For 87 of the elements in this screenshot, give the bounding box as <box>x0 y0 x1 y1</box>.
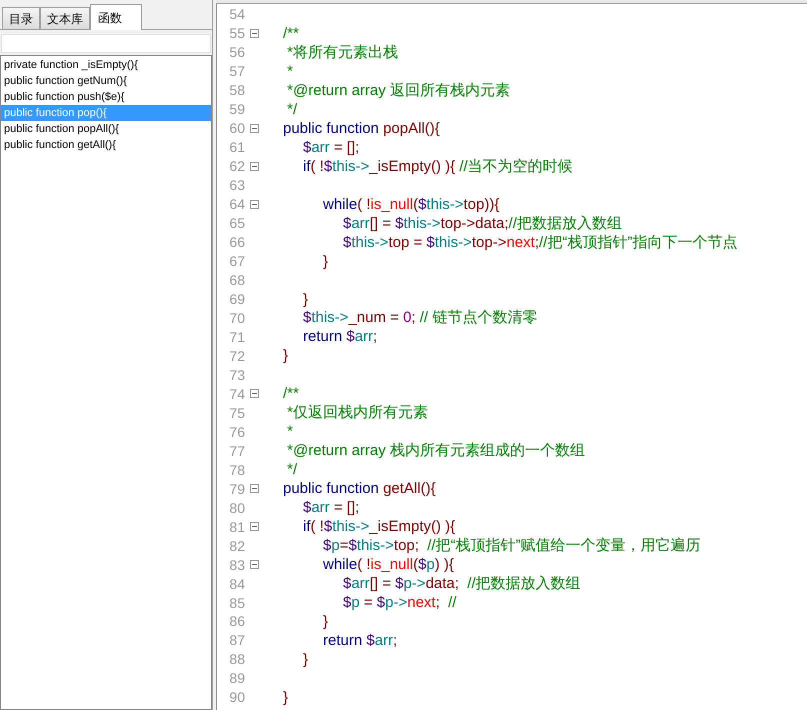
line-number: 72 <box>228 348 245 363</box>
line-number: 90 <box>228 690 245 704</box>
line-number: 56 <box>228 45 245 60</box>
fold-icon[interactable] <box>250 389 258 398</box>
line-number: 65 <box>228 216 245 230</box>
code-line: $arr[] = $this->top->data;//把数据放入数组 <box>342 216 622 231</box>
code-line: *仅返回栈内所有元素 <box>286 405 428 420</box>
line-number: 66 <box>228 235 245 250</box>
code-line: $this->top = $this->top->next;//把“栈顶指针”指向下一个节点 <box>342 234 738 250</box>
line-number: 58 <box>228 83 245 98</box>
line-number: 64 <box>228 197 245 212</box>
code-line: $arr = []; <box>302 140 360 155</box>
line-number: 80 <box>228 500 245 515</box>
code-line: } <box>282 348 288 364</box>
sidebar-tab[interactable]: 函数 <box>90 4 142 30</box>
line-number: 55 <box>228 26 245 40</box>
code-line: /** <box>282 386 299 402</box>
search-field[interactable] <box>1 34 211 53</box>
line-number: 71 <box>228 330 245 344</box>
line-number: 57 <box>228 64 245 78</box>
code-line: $this->_num = 0; // 链节点个数清零 <box>302 310 538 326</box>
line-number: 88 <box>228 652 245 666</box>
function-list-item[interactable]: public function push($e){ <box>1 89 211 105</box>
code-line: $p=$this->top; //把“栈顶指针”赋值给一个变量，用它遍历 <box>322 538 701 554</box>
line-number: 83 <box>228 558 245 572</box>
line-number: 68 <box>228 273 245 288</box>
code-line: public function getAll(){ <box>282 481 436 496</box>
line-number: 75 <box>228 406 245 420</box>
function-list-item[interactable]: public function getNum(){ <box>1 73 211 89</box>
line-number: 73 <box>228 368 245 382</box>
sidebar-tab[interactable]: 文本库 <box>40 7 90 29</box>
line-number: 67 <box>228 254 245 268</box>
code-line: * <box>286 64 294 79</box>
code-line: */ <box>286 102 298 117</box>
code-editor[interactable] <box>216 4 807 710</box>
code-line: *@return array 栈内所有元素组成的一个数组 <box>286 443 585 458</box>
code-line: *将所有元素出栈 <box>286 44 398 60</box>
code-line: $arr = []; <box>302 500 360 516</box>
function-list-item[interactable]: public function getAll(){ <box>1 137 211 153</box>
sidebar-tab[interactable]: 目录 <box>2 7 40 29</box>
line-number: 76 <box>228 424 245 439</box>
line-number: 60 <box>228 121 245 136</box>
line-number: 81 <box>228 520 245 534</box>
code-line: } <box>282 690 288 705</box>
line-number: 89 <box>228 671 245 686</box>
line-number: 87 <box>228 633 245 648</box>
line-number: 61 <box>228 140 245 154</box>
code-line: if( !$this->_isEmpty() ){ //当不为空的时候 <box>302 158 573 174</box>
code-line: */ <box>286 462 298 478</box>
line-number: 82 <box>228 538 245 553</box>
code-line: } <box>322 254 328 269</box>
code-line: $arr[] = $p->data; //把数据放入数组 <box>342 576 581 592</box>
code-line: } <box>302 652 308 667</box>
code-line: *@return array 返回所有栈内元素 <box>286 82 510 98</box>
line-number: 62 <box>228 159 245 174</box>
line-number: 79 <box>228 482 245 496</box>
line-number: 85 <box>228 596 245 610</box>
code-line: public function popAll(){ <box>282 120 440 136</box>
fold-icon[interactable] <box>250 200 258 209</box>
line-number: 78 <box>228 462 245 477</box>
code-line: } <box>322 614 328 629</box>
code-line: while( !is_null($p) ){ <box>322 557 454 572</box>
line-number: 54 <box>228 7 245 22</box>
fold-icon[interactable] <box>250 124 258 133</box>
code-line: if( !$this->_isEmpty() ){ <box>302 519 456 534</box>
line-number: 63 <box>228 178 245 192</box>
line-number: 74 <box>228 386 245 401</box>
code-line: $p = $p->next; // <box>342 595 456 610</box>
line-number: 86 <box>228 614 245 628</box>
code-line: /** <box>282 26 299 41</box>
line-number: 59 <box>228 102 245 116</box>
code-line: return $arr; <box>322 632 398 648</box>
code-line: } <box>302 292 308 307</box>
code-line: * <box>286 424 294 440</box>
fold-icon[interactable] <box>250 162 258 171</box>
fold-icon[interactable] <box>250 522 258 532</box>
function-list-item[interactable]: public function popAll(){ <box>1 121 211 137</box>
fold-icon[interactable] <box>250 28 258 38</box>
line-number: 69 <box>228 292 245 306</box>
line-number: 77 <box>228 444 245 458</box>
fold-icon[interactable] <box>250 484 258 494</box>
code-line: while( !is_null($this->top)){ <box>322 196 500 212</box>
line-number: 70 <box>228 310 245 325</box>
code-line: return $arr; <box>302 329 378 344</box>
fold-icon[interactable] <box>250 560 258 570</box>
function-list-item[interactable]: private function _isEmpty(){ <box>1 57 211 73</box>
line-number: 84 <box>228 576 245 591</box>
